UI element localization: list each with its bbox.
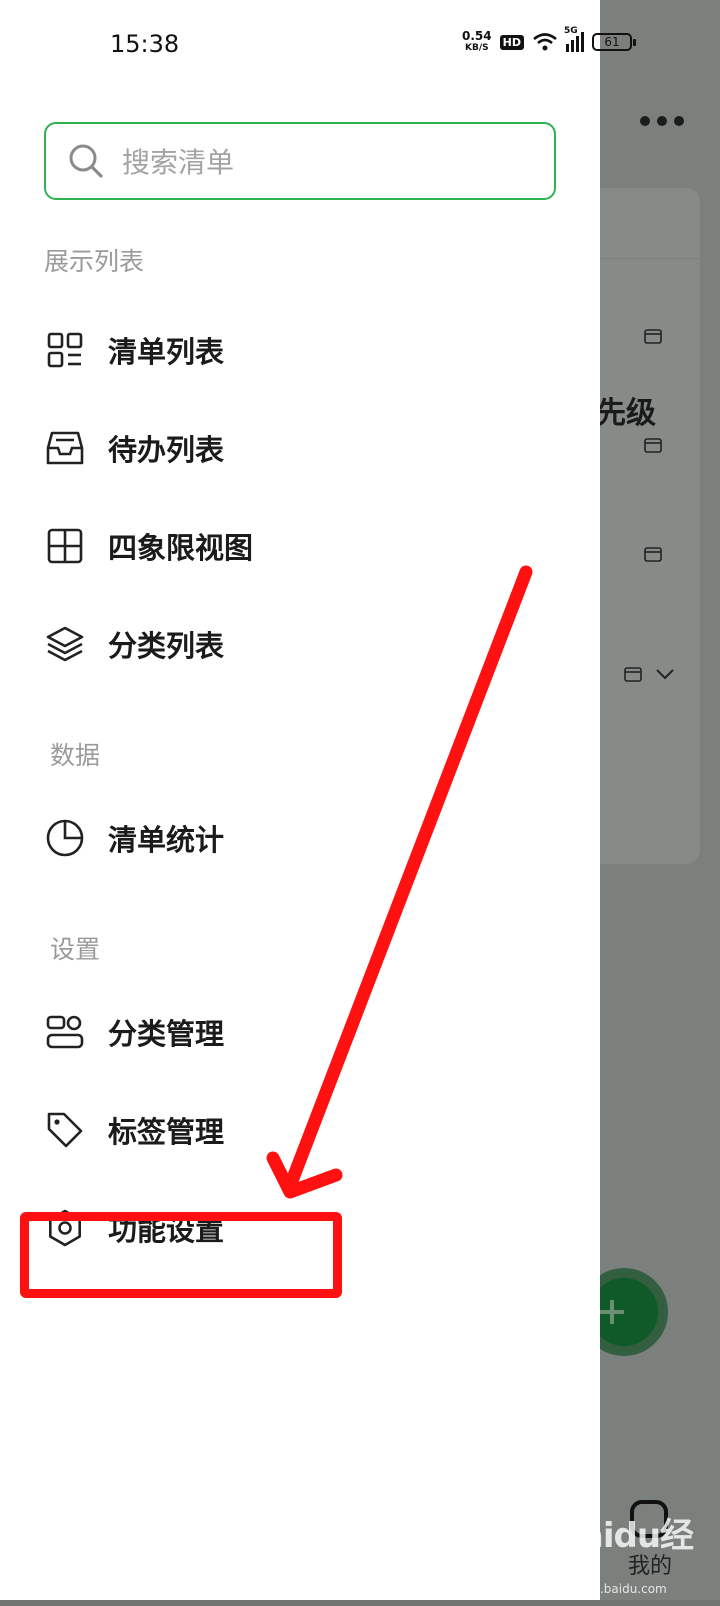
annotation-arrow — [266, 565, 533, 1199]
